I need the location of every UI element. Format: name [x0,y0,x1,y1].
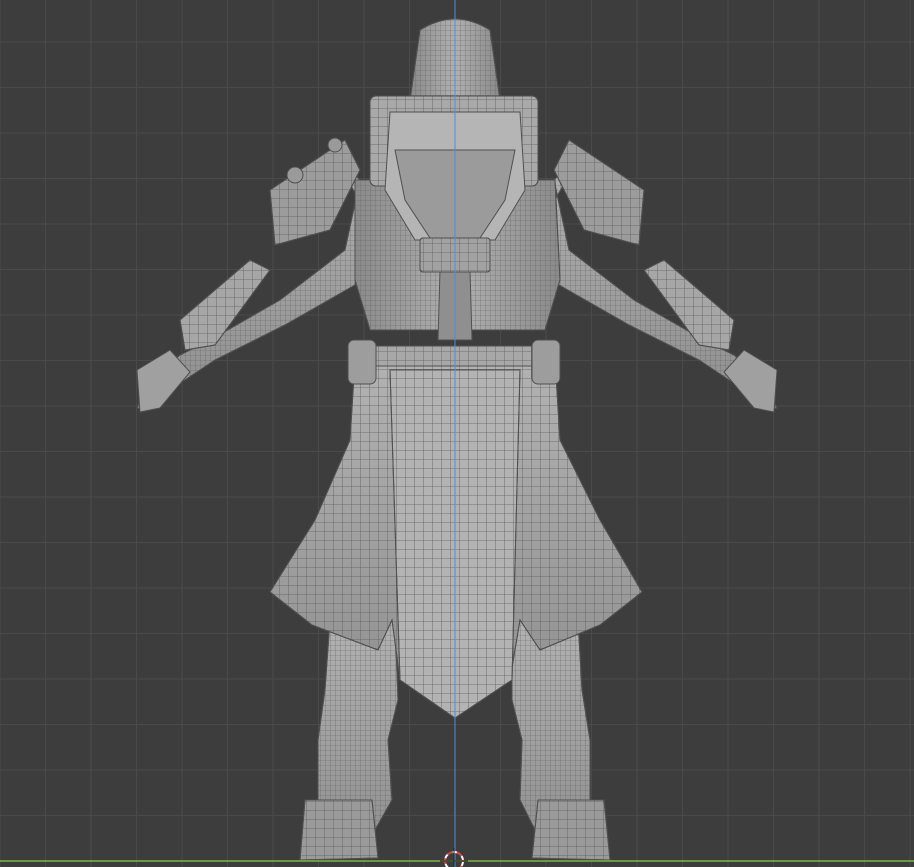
3d-viewport[interactable] [0,0,914,867]
viewport-canvas[interactable] [0,0,914,867]
